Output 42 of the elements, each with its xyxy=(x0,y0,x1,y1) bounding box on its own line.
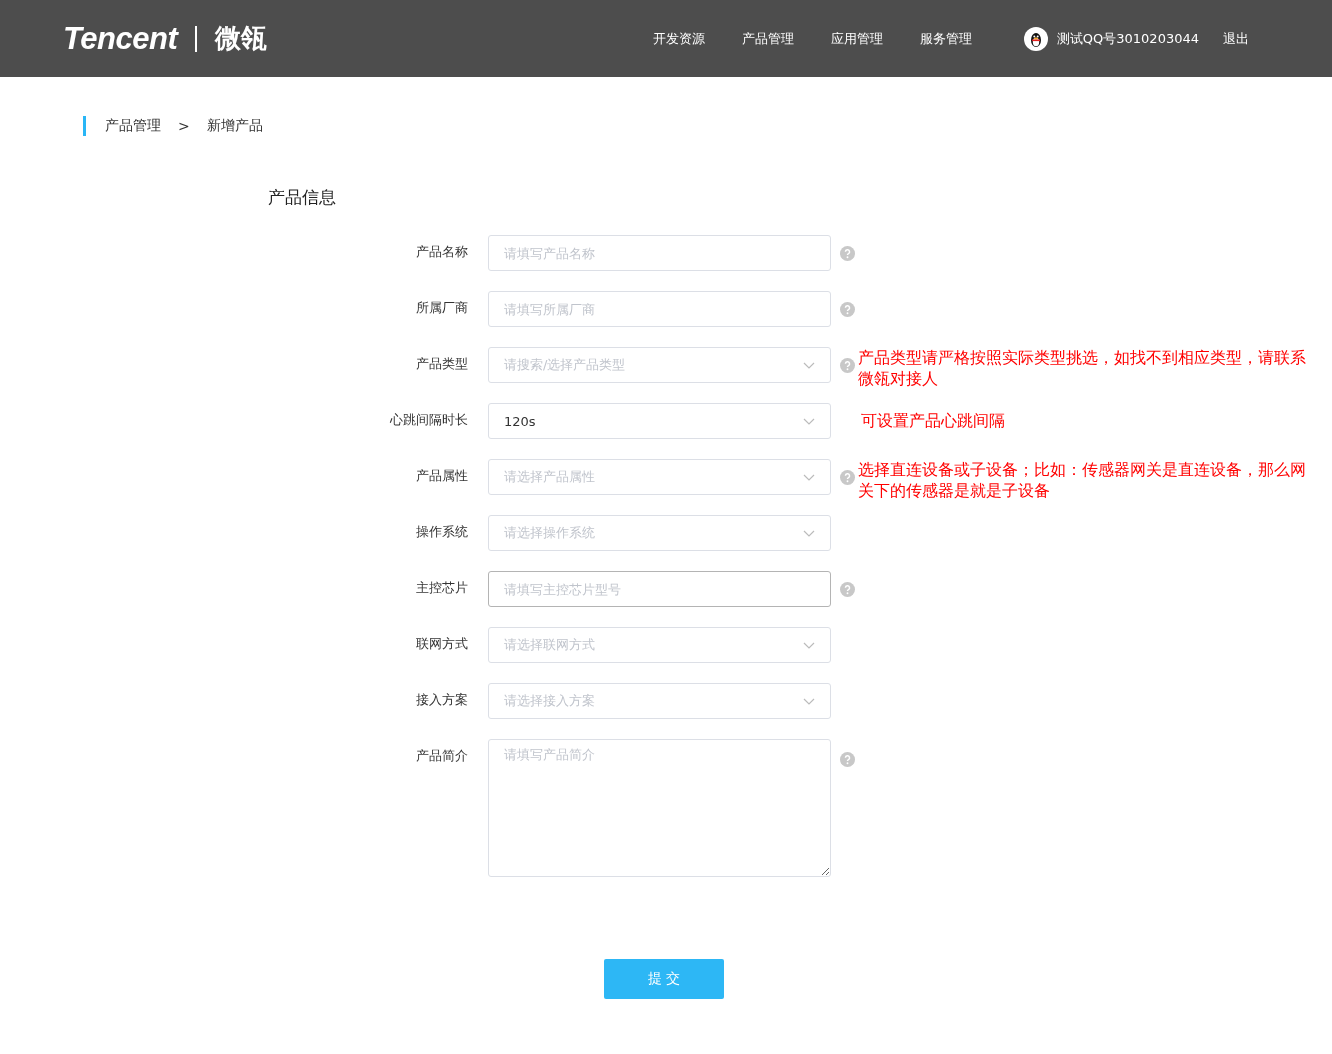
help-icon[interactable] xyxy=(840,581,855,597)
hint-text: 可设置产品心跳间隔 xyxy=(860,411,1006,432)
nav-link[interactable]: 开发资源 xyxy=(652,29,705,48)
chevron-down-icon xyxy=(803,473,815,481)
field-label: 操作系统 xyxy=(415,523,469,541)
breadcrumb-separator: > xyxy=(178,118,190,134)
field-label: 产品类型 xyxy=(415,355,469,373)
breadcrumb-item: 新增产品 xyxy=(206,117,263,135)
chevron-down-icon xyxy=(803,529,815,537)
hint-text: 产品类型请严格按照实际类型挑选，如找不到相应类型，请联系微瓴对接人 xyxy=(857,348,1307,390)
hint-text: 选择直连设备或子设备；比如：传感器网关是直连设备，那么网关下的传感器是就是子设备 xyxy=(857,460,1307,502)
help-icon[interactable] xyxy=(840,301,855,317)
logo-text[interactable]: Tencent xyxy=(63,20,178,57)
field-label: 心跳间隔时长 xyxy=(389,411,469,429)
nav-link[interactable]: 服务管理 xyxy=(919,29,972,48)
user-name[interactable]: 测试QQ号3010203044 xyxy=(1056,29,1199,48)
help-icon[interactable] xyxy=(840,469,855,485)
chevron-down-icon xyxy=(803,417,815,425)
nav-link[interactable]: 产品管理 xyxy=(741,29,794,48)
field-label: 产品属性 xyxy=(415,467,469,485)
chevron-down-icon xyxy=(803,697,815,705)
nav-link[interactable]: 应用管理 xyxy=(830,29,883,48)
help-icon[interactable] xyxy=(840,751,855,767)
chevron-down-icon xyxy=(803,641,815,649)
product-name: 微瓴 xyxy=(215,22,268,55)
breadcrumb-item[interactable]: 产品管理 xyxy=(105,117,161,135)
help-icon[interactable] xyxy=(840,357,855,373)
logout-link[interactable]: 退出 xyxy=(1223,29,1249,48)
text-input[interactable]: 请填写主控芯片型号 xyxy=(488,571,831,607)
chevron-down-icon xyxy=(803,361,815,369)
text-input[interactable]: 请填写产品名称 xyxy=(488,235,831,271)
select-dropdown[interactable]: 120s xyxy=(488,403,831,439)
field-label: 所属厂商 xyxy=(415,299,469,317)
field-label: 接入方案 xyxy=(415,691,469,709)
field-label: 产品名称 xyxy=(415,243,469,261)
section-title: 产品信息 xyxy=(268,186,337,209)
field-label: 主控芯片 xyxy=(415,579,469,597)
penguin-avatar-icon xyxy=(1023,26,1048,51)
field-label: 产品简介 xyxy=(415,747,469,765)
field-label: 联网方式 xyxy=(415,635,469,653)
textarea-input[interactable]: 请填写产品简介 xyxy=(488,739,831,877)
help-icon[interactable] xyxy=(840,245,855,261)
